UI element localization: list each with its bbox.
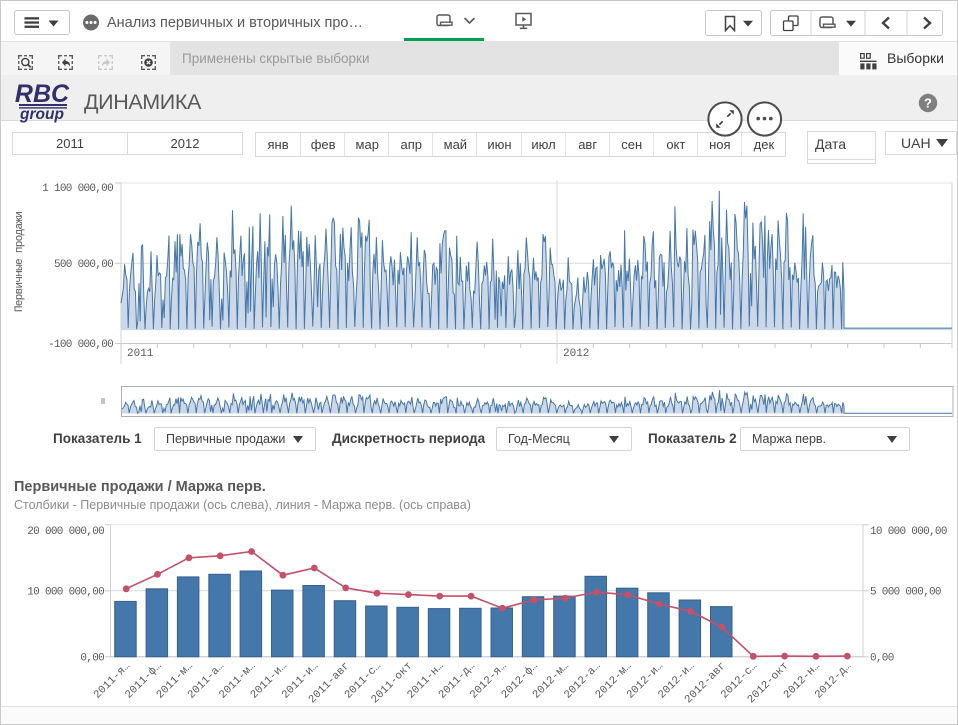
svg-text:-100 000,00: -100 000,00 (48, 339, 113, 351)
svg-text:5 000 000,00: 5 000 000,00 (870, 587, 941, 599)
svg-text:RBC: RBC (15, 80, 70, 108)
svg-text:1 100 000,00: 1 100 000,00 (42, 183, 113, 195)
svg-text:500 000,00: 500 000,00 (54, 259, 113, 271)
svg-text:2011: 2011 (127, 348, 154, 360)
svg-text:Первичные продажи: Первичные продажи (14, 212, 26, 312)
svg-text:10 000 000,00: 10 000 000,00 (27, 587, 104, 599)
svg-text:10 000 000,00: 10 000 000,00 (870, 526, 947, 538)
svg-text:group: group (19, 106, 64, 123)
svg-text:0,00: 0,00 (80, 653, 104, 665)
svg-text:?: ? (924, 96, 932, 111)
svg-text:20 000 000,00: 20 000 000,00 (27, 526, 104, 538)
svg-text:2012: 2012 (563, 348, 589, 360)
svg-text:0,00: 0,00 (870, 653, 894, 665)
